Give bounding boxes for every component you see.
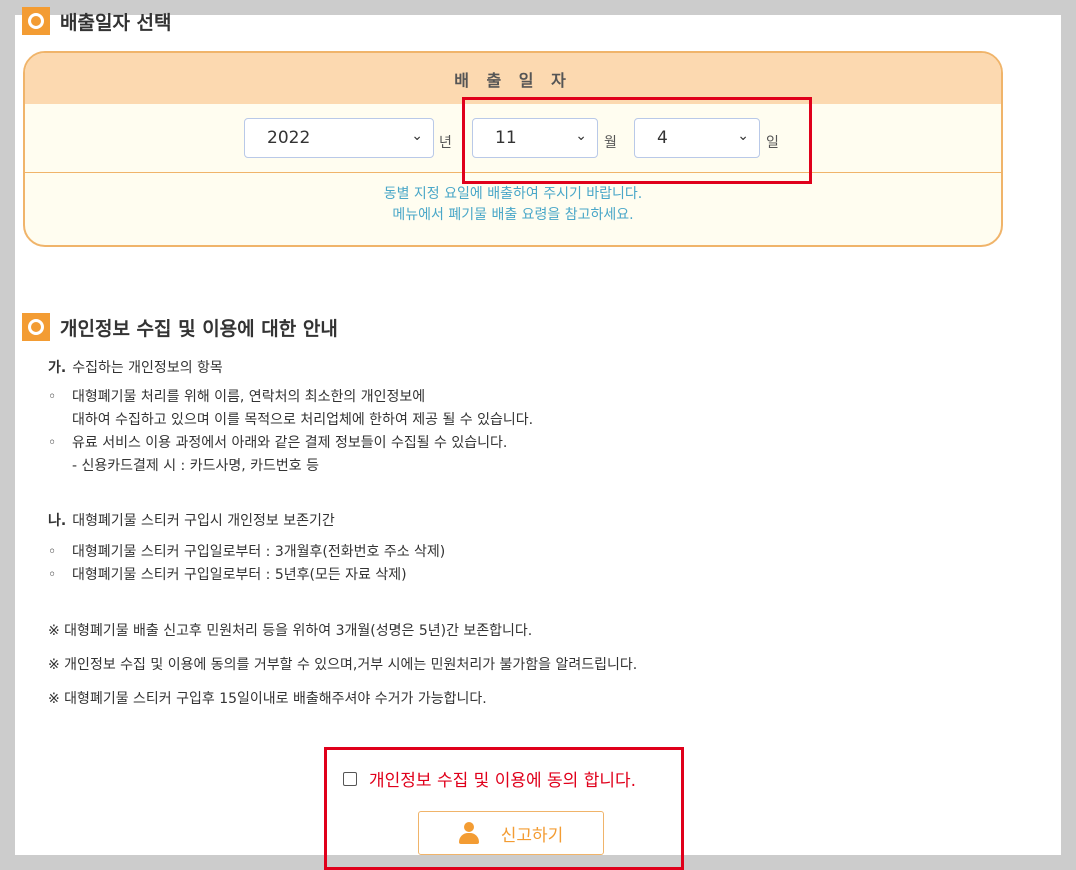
bullet-icon: ◦ <box>48 389 57 405</box>
privacy-part-a-heading: 가. 수집하는 개인정보의 항목 <box>48 357 223 377</box>
privacy-section-title: 개인정보 수집 및 이용에 대한 안내 <box>22 313 338 341</box>
bullet-icon: ◦ <box>48 435 57 451</box>
part-b-list: ◦ 대형폐기물 스티커 구입일로부터 : 3개월후(전화번호 주소 삭제) ◦ … <box>48 541 445 587</box>
list-item: ◦ 대형폐기물 스티커 구입일로부터 : 5년후(모든 자료 삭제) <box>48 564 445 587</box>
year-unit: 년 <box>439 135 452 151</box>
circle-bullet-icon <box>22 313 50 341</box>
part-b-item1: 대형폐기물 스티커 구입일로부터 : 3개월후(전화번호 주소 삭제) <box>72 544 446 560</box>
part-a-item1-line1: 대형폐기물 처리를 위해 이름, 연락처의 최소한의 개인정보에 <box>72 389 426 405</box>
part-a-item2-line1: 유료 서비스 이용 과정에서 아래와 같은 결제 정보들이 수집될 수 있습니다… <box>72 435 508 451</box>
note-3: ※ 대형폐기물 스티커 구입후 15일이내로 배출해주셔야 수거가 가능합니다. <box>48 691 487 707</box>
list-item: ◦ 대형폐기물 스티커 구입일로부터 : 3개월후(전화번호 주소 삭제) <box>48 541 445 564</box>
list-item: ◦ 유료 서비스 이용 과정에서 아래와 같은 결제 정보들이 수집될 수 있습… <box>48 432 533 455</box>
part-b-item2: 대형폐기물 스티커 구입일로부터 : 5년후(모든 자료 삭제) <box>72 567 407 583</box>
bullet-icon: ◦ <box>48 567 57 583</box>
part-a-item2-line2: - 신용카드결제 시 : 카드사명, 카드번호 등 <box>72 458 319 474</box>
part-a-label: 가. <box>48 360 67 376</box>
date-section-title-text: 배출일자 선택 <box>60 11 172 34</box>
part-a-item1-line2: 대하여 수집하고 있으며 이를 목적으로 처리업체에 한하여 제공 될 수 있습… <box>72 412 534 428</box>
highlight-box-date <box>462 97 812 184</box>
year-select[interactable]: 2022 ⌄ <box>244 118 434 158</box>
part-b-label: 나. <box>48 513 67 529</box>
date-note-line1: 동별 지정 요일에 배출하여 주시기 바랍니다. <box>383 186 643 202</box>
list-item: ◦ 대형폐기물 처리를 위해 이름, 연락처의 최소한의 개인정보에 <box>48 386 533 409</box>
privacy-part-b-heading: 나. 대형폐기물 스티커 구입시 개인정보 보존기간 <box>48 510 335 530</box>
bullet-icon: ◦ <box>48 544 57 560</box>
part-a-list: ◦ 대형폐기물 처리를 위해 이름, 연락처의 최소한의 개인정보에 대하여 수… <box>48 386 533 478</box>
note-1: ※ 대형폐기물 배출 신고후 민원처리 등을 위하여 3개월(성명은 5년)간 … <box>48 623 533 639</box>
part-a-heading-text: 수집하는 개인정보의 항목 <box>72 360 223 376</box>
privacy-notes: ※ 대형폐기물 배출 신고후 민원처리 등을 위하여 3개월(성명은 5년)간 … <box>48 620 637 722</box>
date-note-line2: 메뉴에서 폐기물 배출 요령을 참고하세요. <box>392 207 634 223</box>
highlight-box-agree <box>324 747 684 870</box>
privacy-section-title-text: 개인정보 수집 및 이용에 대한 안내 <box>60 317 338 340</box>
note-2: ※ 개인정보 수집 및 이용에 동의를 거부할 수 있으며,거부 시에는 민원처… <box>48 657 638 673</box>
part-b-heading-text: 대형폐기물 스티커 구입시 개인정보 보존기간 <box>72 513 335 529</box>
circle-bullet-icon <box>22 7 50 35</box>
chevron-down-icon: ⌄ <box>411 128 423 144</box>
year-select-value: 2022 <box>267 128 311 148</box>
date-section-title: 배출일자 선택 <box>22 7 172 35</box>
